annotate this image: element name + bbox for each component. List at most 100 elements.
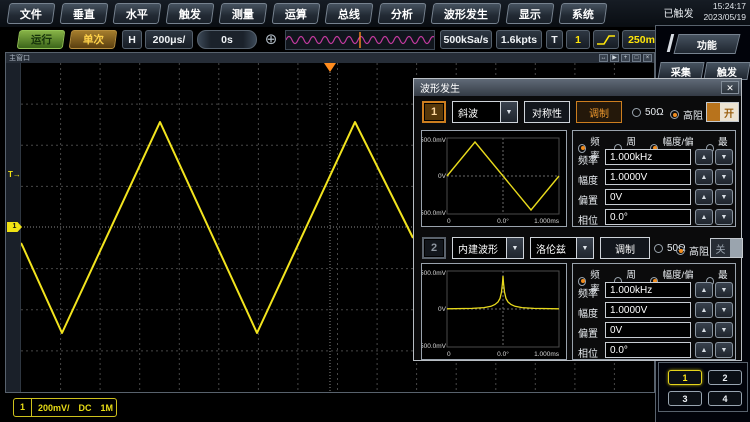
gen1-offset-down-icon[interactable]: ▼ (715, 189, 733, 205)
menu-item-vertical[interactable]: 垂直 (60, 3, 109, 24)
menu-item-bus[interactable]: 总线 (325, 3, 374, 24)
channel-impedance: 1M (101, 403, 114, 413)
menu-item-trigger[interactable]: 触发 (166, 3, 215, 24)
toolbar: 运行 单次 H 200μs/ 0s ⊕ 500kSa/s 1.6kpts T 1… (0, 27, 750, 53)
gen2-frequency-input[interactable]: 1.000kHz (605, 282, 691, 298)
status-area: 已触发 15:24:17 2023/05/19 (663, 1, 746, 23)
gen2-params: 频率 周期 幅度/偏置 最值 频率 1.000kHz ▲ ▼ 幅度 1.0000… (572, 263, 736, 360)
trigger-position-marker[interactable] (324, 63, 336, 72)
svg-text:500.0mV: 500.0mV (422, 137, 447, 144)
single-button[interactable]: 单次 (69, 30, 118, 49)
gen2-wavetype-dropdown[interactable]: 洛伦兹 ▼ (530, 237, 594, 259)
gen1-phase-down-icon[interactable]: ▼ (715, 209, 733, 225)
add-icon[interactable]: + (621, 54, 630, 62)
rising-edge-icon (596, 34, 616, 46)
dialog-titlebar[interactable]: 波形发生 (414, 79, 741, 96)
softkey-4[interactable]: 4 (708, 391, 742, 406)
gen2-offset-up-icon[interactable]: ▲ (695, 322, 713, 338)
gen1-amplitude-input[interactable]: 1.0000V (605, 169, 691, 185)
gen2-amplitude-down-icon[interactable]: ▼ (715, 302, 733, 318)
menu-item-horizontal[interactable]: 水平 (113, 3, 162, 24)
gen1-symmetry-button[interactable]: 对称性 (524, 101, 570, 123)
channel1-badge[interactable]: 1 200mV/ DC 1M (13, 398, 117, 417)
gen1-preview: 500.0mV 0V -500.0mV 0 0.0° 1.000ms (421, 130, 567, 227)
trigger-slope-button[interactable] (593, 30, 619, 49)
svg-text:-500.0mV: -500.0mV (422, 343, 447, 350)
svg-text:0.0°: 0.0° (497, 350, 509, 358)
gen1-modulation-button[interactable]: 调制 (576, 101, 622, 123)
gen1-phase-input[interactable]: 0.0° (605, 209, 691, 225)
softkey-3[interactable]: 3 (668, 391, 702, 406)
gen1-amplitude-down-icon[interactable]: ▼ (715, 169, 733, 185)
gen2-offset-input[interactable]: 0V (605, 322, 691, 338)
trigger-status: 已触发 (663, 5, 693, 20)
gen2-impedance-high-radio[interactable]: 高阻 (676, 243, 709, 258)
memory-depth-button[interactable]: 1.6kpts (496, 30, 542, 49)
gen1-offset-up-icon[interactable]: ▲ (695, 189, 713, 205)
gen1-phase-label: 相位 (578, 212, 606, 227)
menu-bar: 文件 垂直 水平 触发 测量 运算 总线 分析 波形发生 显示 系统 已触发 1… (0, 0, 750, 27)
gen1-impedance-50-radio[interactable]: 50Ω (632, 107, 664, 118)
function-button[interactable]: 功能 (674, 34, 741, 54)
gen1-offset-input[interactable]: 0V (605, 189, 691, 205)
horizontal-key-button[interactable]: H (122, 30, 142, 49)
gen2-modulation-button[interactable]: 调制 (600, 237, 650, 259)
gen2-channel-button[interactable]: 2 (422, 237, 446, 259)
gen1-frequency-input[interactable]: 1.000kHz (605, 149, 691, 165)
trigger-source-button[interactable]: 1 (566, 30, 590, 49)
gen1-wavetype-dropdown[interactable]: 斜波 ▼ (452, 101, 518, 123)
menu-item-system[interactable]: 系统 (559, 3, 608, 24)
scope-window-controls: ↔ ▶ + □ × (599, 54, 652, 62)
close-icon[interactable]: × (643, 54, 652, 62)
gen1-frequency-up-icon[interactable]: ▲ (695, 149, 713, 165)
gen2-preview-plot: 500.0mV 0V -500.0mV 0 0.0° 1.000ms (422, 264, 566, 359)
gen1-frequency-down-icon[interactable]: ▼ (715, 149, 733, 165)
maximize-icon[interactable]: □ (632, 54, 641, 62)
softkey-panel: 1 2 3 4 (658, 362, 748, 412)
run-button[interactable]: 运行 (17, 30, 66, 49)
svg-text:1.000ms: 1.000ms (534, 351, 560, 358)
gen2-amplitude-up-icon[interactable]: ▲ (695, 302, 713, 318)
chevron-down-icon: ▼ (576, 238, 593, 258)
gen1-amplitude-up-icon[interactable]: ▲ (695, 169, 713, 185)
softkey-1[interactable]: 1 (668, 370, 702, 385)
time-text: 15:24:17 (713, 1, 746, 12)
horizontal-offset-button[interactable]: 0s (197, 30, 257, 49)
sample-rate-button[interactable]: 500kSa/s (440, 30, 492, 49)
gen2-output-toggle[interactable]: 关 (710, 238, 743, 258)
gen2-phase-input[interactable]: 0.0° (605, 342, 691, 358)
gen1-phase-up-icon[interactable]: ▲ (695, 209, 713, 225)
gen2-preview: 500.0mV 0V -500.0mV 0 0.0° 1.000ms (421, 263, 567, 360)
gen1-output-toggle[interactable]: 开 (706, 102, 739, 122)
menu-item-analyze[interactable]: 分析 (378, 3, 427, 24)
zoom-icon[interactable]: ⊕ (262, 31, 280, 49)
date-text: 2023/05/19 (703, 12, 746, 23)
dialog-close-icon[interactable]: ✕ (721, 81, 739, 94)
gen2-offset-down-icon[interactable]: ▼ (715, 322, 733, 338)
gen2-amplitude-input[interactable]: 1.0000V (605, 302, 691, 318)
menu-item-file[interactable]: 文件 (7, 3, 56, 24)
gen2-frequency-down-icon[interactable]: ▼ (715, 282, 733, 298)
menu-item-display[interactable]: 显示 (506, 3, 555, 24)
softkey-2[interactable]: 2 (708, 370, 742, 385)
gen2-amplitude-label: 幅度 (578, 305, 606, 320)
gen1-impedance-high-radio[interactable]: 高阻 (670, 107, 703, 122)
waveform-overview[interactable] (285, 30, 435, 50)
gen2-phase-up-icon[interactable]: ▲ (695, 342, 713, 358)
menu-item-math[interactable]: 运算 (272, 3, 321, 24)
gen2-frequency-up-icon[interactable]: ▲ (695, 282, 713, 298)
trigger-level-marker[interactable]: T→ (8, 170, 21, 179)
svg-text:1.000ms: 1.000ms (534, 218, 560, 225)
restore-icon[interactable]: ↔ (599, 54, 608, 62)
play-icon[interactable]: ▶ (610, 54, 619, 62)
menu-item-wavegen[interactable]: 波形发生 (431, 3, 502, 24)
gen2-phase-down-icon[interactable]: ▼ (715, 342, 733, 358)
timebase-button[interactable]: 200μs/ (145, 30, 193, 49)
wavegen-dialog: 波形发生 ✕ 1 斜波 ▼ 对称性 调制 50Ω 高阻 开 500.0mV 0V… (413, 78, 742, 361)
gen2-category-dropdown[interactable]: 内建波形 ▼ (452, 237, 524, 259)
trigger-key-button[interactable]: T (546, 30, 563, 49)
gen1-channel-button[interactable]: 1 (422, 101, 446, 123)
menu-item-measure[interactable]: 测量 (219, 3, 268, 24)
clock: 15:24:17 2023/05/19 (703, 1, 746, 23)
gen1-params: 频率 周期 幅度/偏置 最值 频率 1.000kHz ▲ ▼ 幅度 1.0000… (572, 130, 736, 227)
